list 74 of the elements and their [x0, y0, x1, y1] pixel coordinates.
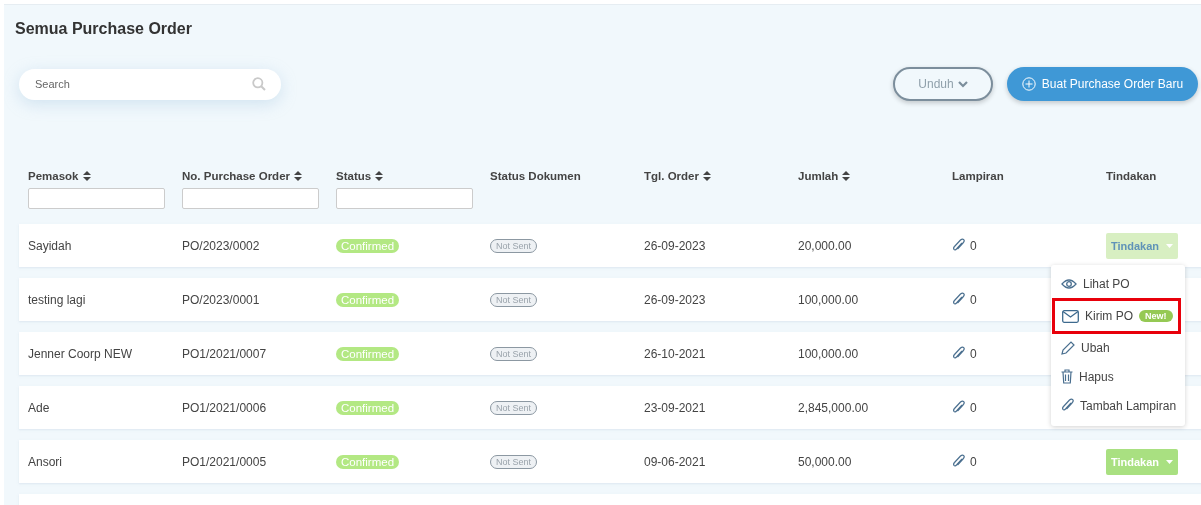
status-badge: Confirmed [336, 292, 400, 307]
table-cell: PO/2023/0002 [182, 238, 260, 253]
page-title: Semua Purchase Order [15, 19, 193, 39]
status-badge: Not Sent [490, 346, 538, 361]
paperclip-icon [952, 238, 965, 253]
table-cell: Ade [28, 400, 50, 415]
status-badge: Confirmed [336, 454, 400, 469]
table-cell: PO1/2021/0007 [182, 346, 267, 361]
status-badge: Not Sent [490, 454, 538, 469]
attachment-count: 0 [970, 400, 977, 415]
filter-field[interactable] [182, 188, 319, 209]
menu-item[interactable]: Lihat PO [1052, 269, 1181, 298]
paperclip-icon [952, 454, 965, 469]
status-badge: Not Sent [490, 400, 538, 415]
sort-icon [702, 171, 711, 181]
menu-item[interactable]: Hapus [1052, 362, 1181, 391]
envelope-icon [1062, 309, 1079, 323]
table-cell: 09-06-2021 [644, 454, 706, 469]
caret-down-icon [1166, 459, 1174, 464]
column-header[interactable]: Tgl. Order [644, 170, 699, 182]
table-cell: Jenner Coorp NEW [28, 346, 133, 361]
table-cell: Sayidah [28, 238, 72, 253]
attachment-count: 0 [970, 238, 977, 253]
column-header: Lampiran [952, 169, 1005, 184]
search-field[interactable]: Search [19, 68, 281, 100]
column-header[interactable]: Pemasok [28, 170, 79, 182]
table-cell: 100,000.00 [798, 346, 859, 361]
new-badge: New! [1139, 310, 1173, 322]
table-cell: 26-09-2023 [644, 238, 706, 253]
table-cell: 100,000.00 [798, 292, 859, 307]
menu-item[interactable]: Kirim PO New! [1053, 299, 1180, 333]
sort-icon [294, 171, 302, 181]
menu-item[interactable]: Ubah [1052, 333, 1181, 362]
table-cell: PO1/2021/0005 [182, 454, 267, 469]
eye-icon [1061, 277, 1077, 290]
trash-icon [1061, 369, 1073, 384]
column-header[interactable]: No. Purchase Order [182, 170, 290, 182]
paperclip-icon [952, 346, 965, 361]
search-icon [252, 76, 266, 91]
status-badge: Confirmed [336, 238, 400, 253]
sort-icon [842, 171, 851, 181]
table-cell: 20,000.00 [798, 238, 852, 253]
table-cell: PO1/2021/0006 [182, 400, 267, 415]
table-cell: PO/2023/0001 [182, 292, 260, 307]
paperclip-icon [952, 400, 965, 415]
table-cell: 2,845,000.00 [798, 400, 869, 415]
table-cell: 26-10-2021 [644, 346, 706, 361]
status-badge: Not Sent [490, 292, 538, 307]
column-header[interactable]: Jumlah [798, 170, 839, 182]
pencil-icon [1061, 340, 1075, 355]
sort-icon [375, 171, 384, 181]
column-header: Status Dokumen [490, 169, 582, 184]
table-cell: 26-09-2023 [644, 292, 706, 307]
chevron-down-icon [957, 80, 968, 88]
column-header: Tindakan [1106, 169, 1158, 184]
caret-down-icon [1166, 243, 1174, 248]
status-badge: Confirmed [336, 400, 400, 415]
paperclip-icon [1061, 398, 1074, 413]
filter-field[interactable] [336, 188, 473, 209]
status-badge: Confirmed [336, 346, 400, 361]
table-cell: Ansori [28, 454, 62, 469]
column-header[interactable]: Status [336, 170, 372, 182]
table-cell: 50,000.00 [798, 454, 852, 469]
attachment-count: 0 [970, 292, 977, 307]
attachment-count: 0 [970, 346, 977, 361]
attachment-count: 0 [970, 454, 977, 469]
table-cell: 23-09-2021 [644, 400, 706, 415]
table-cell: testing lagi [28, 292, 86, 307]
paperclip-icon [952, 292, 965, 307]
status-badge: Not Sent [490, 238, 538, 253]
filter-field[interactable] [28, 188, 165, 209]
menu-item[interactable]: Tambah Lampiran [1052, 391, 1181, 420]
sort-icon [82, 171, 91, 181]
plus-circle-icon [1021, 77, 1036, 91]
